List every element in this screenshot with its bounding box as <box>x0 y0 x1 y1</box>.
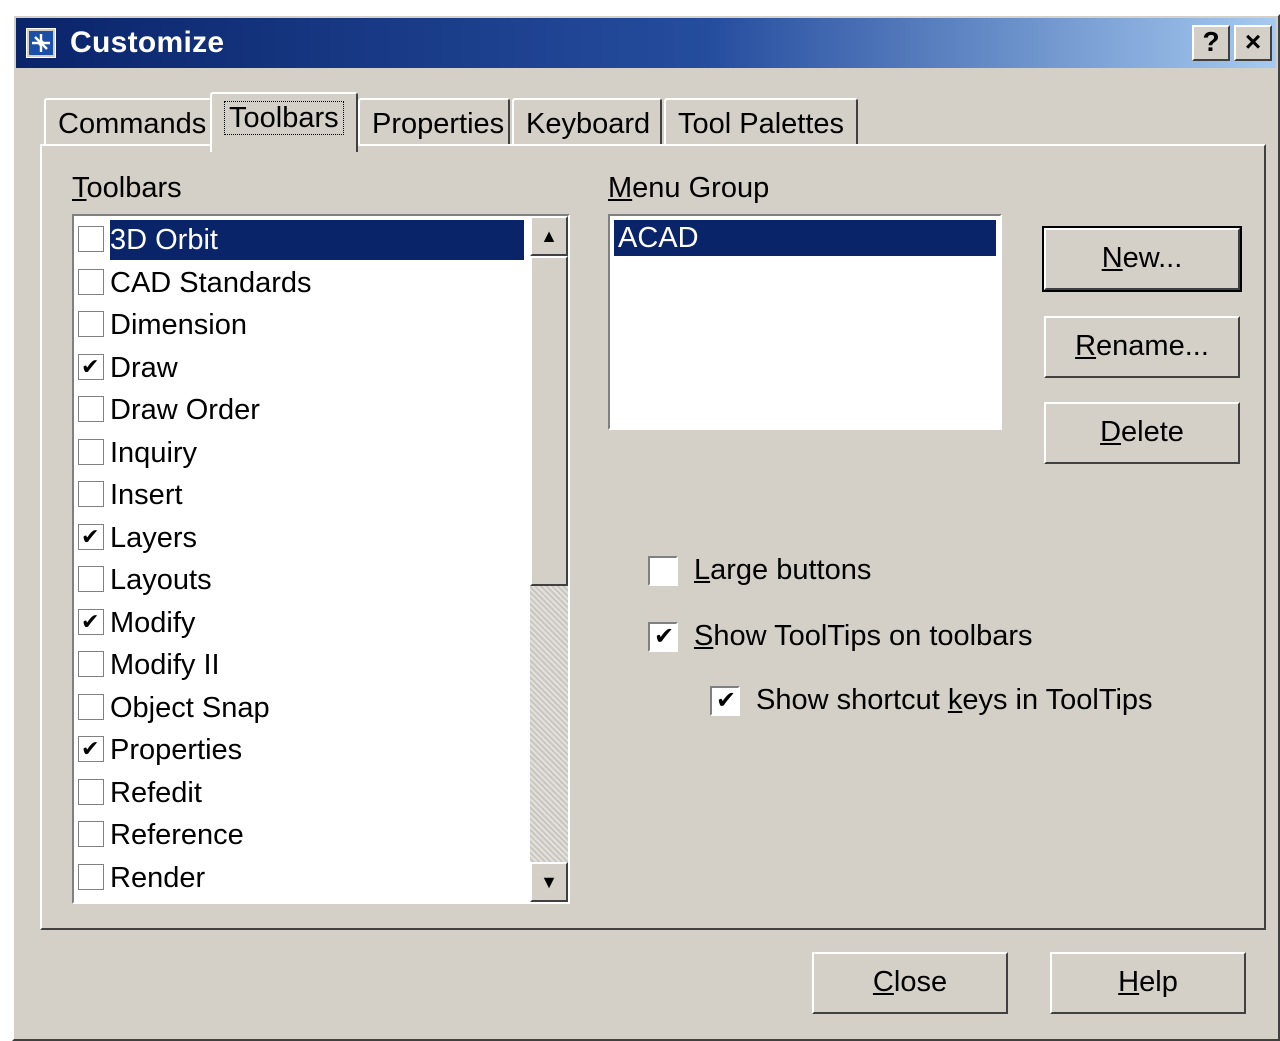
tab-toolbars[interactable]: Toolbars <box>210 92 358 152</box>
toolbar-list-item[interactable]: CAD Standards <box>78 261 518 303</box>
toolbar-item-label: Render <box>110 861 206 894</box>
menu-group-list[interactable]: ACAD <box>608 214 1002 430</box>
window-title: Customize <box>70 26 225 59</box>
toolbar-item-label: Object Snap <box>110 691 270 724</box>
toolbar-item-label: Dimension <box>110 309 247 341</box>
toolbar-item-label: Draw <box>110 351 178 384</box>
toolbar-list-item[interactable]: Draw Order <box>78 388 518 430</box>
delete-button[interactable]: Delete <box>1044 402 1240 464</box>
toolbar-list-item[interactable]: Dimension <box>78 303 518 345</box>
close-title-button[interactable]: × <box>1234 25 1272 61</box>
toolbar-item-label: Refedit <box>110 776 202 809</box>
toolbar-checkbox[interactable]: ✔ <box>78 353 104 380</box>
toolbars-list-scrollbar[interactable]: ▲ ▼ <box>530 216 568 902</box>
help-title-button[interactable]: ? <box>1192 25 1230 61</box>
toolbar-checkbox[interactable]: ✔ <box>78 736 104 762</box>
tab-properties[interactable]: Properties <box>358 98 510 146</box>
toolbar-checkbox[interactable] <box>78 821 104 847</box>
toolbar-checkbox[interactable] <box>78 438 104 465</box>
check-icon: ✔ <box>716 687 737 714</box>
toolbar-checkbox[interactable]: ✔ <box>78 608 104 635</box>
toolbar-item-label: Modify <box>110 606 196 639</box>
toolbars-list[interactable]: 3D Orbit CAD Standards Dimension ✔ Draw Draw … <box>72 214 570 904</box>
scroll-thumb[interactable] <box>530 256 568 586</box>
toolbar-item-label: 3D Orbit <box>110 220 524 260</box>
toolbar-item-label: Draw Order <box>110 394 260 426</box>
toolbar-list-item[interactable]: Layouts <box>78 558 518 600</box>
toolbar-list-item[interactable]: Refedit <box>78 771 518 813</box>
toolbar-list-item[interactable]: ✔ Layers <box>78 516 518 558</box>
toolbar-list-item[interactable]: 3D Orbit <box>78 218 524 260</box>
toolbar-list-item[interactable]: Inquiry <box>78 431 518 473</box>
toolbar-item-label: Layers <box>110 521 198 554</box>
scroll-down-button[interactable]: ▼ <box>530 862 568 902</box>
show-tooltips-checkbox[interactable]: ✔ <box>648 622 678 652</box>
new-button[interactable]: New... <box>1042 226 1242 292</box>
toolbar-item-label: Inquiry <box>110 436 198 469</box>
toolbar-item-label: Properties <box>110 734 243 766</box>
toolbar-list-item[interactable]: Modify II <box>78 643 518 685</box>
toolbar-checkbox[interactable] <box>78 226 104 252</box>
close-button[interactable]: Close <box>812 952 1008 1014</box>
menu-group-item[interactable]: ACAD <box>614 220 996 256</box>
customize-dialog: Customize ? × Commands Toolbars Properti… <box>12 14 1280 1041</box>
toolbar-list-item[interactable]: ✔ Modify <box>78 601 518 643</box>
check-icon: ✔ <box>81 523 100 549</box>
toolbar-item-label: Insert <box>110 479 183 511</box>
toolbar-checkbox[interactable] <box>78 566 104 592</box>
toolbar-list-item[interactable]: Object Snap <box>78 686 518 728</box>
toolbar-checkbox[interactable] <box>78 693 104 720</box>
toolbar-item-label: Layouts <box>110 564 212 596</box>
toolbar-list-item[interactable]: Reference <box>78 813 518 855</box>
scroll-up-button[interactable]: ▲ <box>530 216 568 256</box>
tab-keyboard[interactable]: Keyboard <box>512 98 662 146</box>
toolbar-list-item[interactable]: ✔ Properties <box>78 728 518 770</box>
large-buttons-checkbox[interactable] <box>648 556 678 586</box>
show-shortcut-keys-checkbox[interactable]: ✔ <box>710 686 740 716</box>
toolbar-list-item[interactable]: Render <box>78 856 518 898</box>
toolbars-tab-panel: Toolbars 3D Orbit CAD Standards Dimension ✔… <box>40 144 1266 930</box>
toolbar-checkbox[interactable] <box>78 396 104 422</box>
toolbar-item-label: CAD Standards <box>110 266 312 299</box>
toolbar-list-item[interactable]: ✔ Draw <box>78 346 518 388</box>
toolbar-checkbox[interactable] <box>78 268 104 295</box>
toolbar-checkbox[interactable] <box>78 311 104 337</box>
toolbars-label: Toolbars <box>72 172 182 204</box>
toolbar-list-item[interactable]: Insert <box>78 473 518 515</box>
toolbar-item-label: Modify II <box>110 649 220 681</box>
toolbar-item-label: Reference <box>110 819 244 851</box>
check-icon: ✔ <box>654 623 675 650</box>
tab-commands[interactable]: Commands <box>44 98 212 146</box>
check-icon: ✔ <box>81 608 100 634</box>
toolbar-checkbox[interactable] <box>78 863 104 890</box>
toolbar-checkbox[interactable] <box>78 481 104 507</box>
rename-button[interactable]: Rename... <box>1044 316 1240 378</box>
check-icon: ✔ <box>81 736 100 761</box>
tab-tool-palettes[interactable]: Tool Palettes <box>664 98 858 146</box>
toolbar-checkbox[interactable]: ✔ <box>78 523 104 550</box>
check-icon: ✔ <box>81 353 100 379</box>
toolbar-checkbox[interactable] <box>78 651 104 677</box>
toolbar-checkbox[interactable] <box>78 778 104 805</box>
app-icon <box>26 28 56 58</box>
menu-group-label: Menu Group <box>608 172 770 204</box>
title-bar[interactable]: Customize ? × <box>16 18 1276 68</box>
help-button[interactable]: Help <box>1050 952 1246 1014</box>
